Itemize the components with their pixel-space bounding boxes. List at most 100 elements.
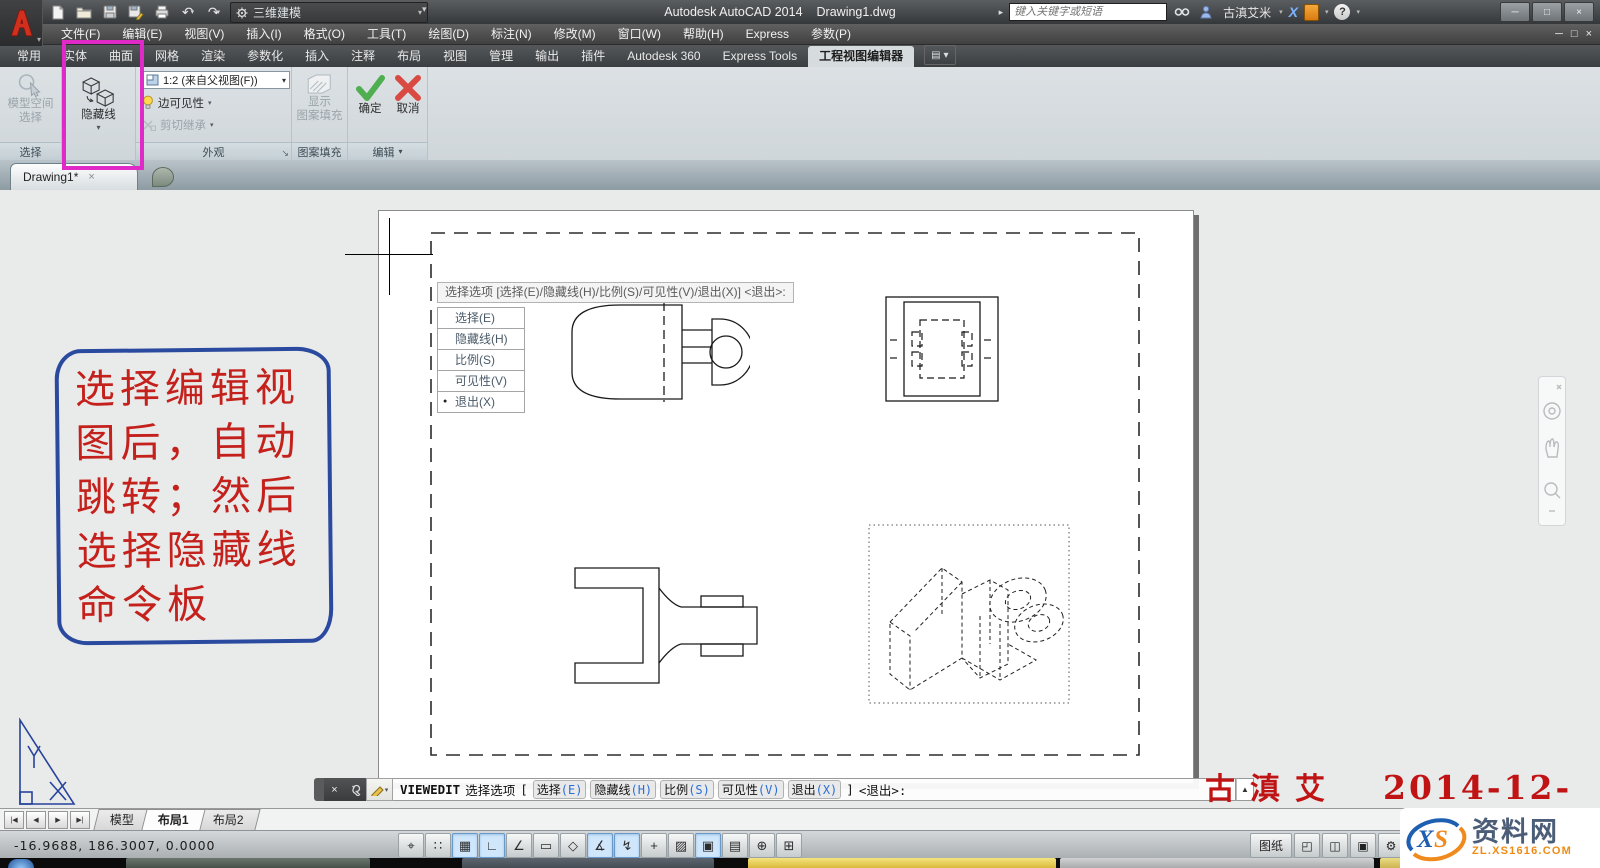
ribbon-tab[interactable]: 曲面 xyxy=(98,46,144,67)
command-keyword-button[interactable]: 比例 (S) xyxy=(660,780,714,799)
status-toggle[interactable]: ⌖ xyxy=(398,833,424,858)
command-close-icon[interactable]: × xyxy=(324,778,345,801)
doc-restore-icon[interactable]: □ xyxy=(1571,27,1578,42)
status-toggle[interactable]: ↯ xyxy=(614,833,640,858)
layout-tab[interactable]: 布局2 xyxy=(196,809,260,830)
file-tab-drawing1[interactable]: Drawing1* × xyxy=(10,163,138,190)
status-icon-button[interactable]: ▣ xyxy=(1350,833,1376,858)
command-keyword-button[interactable]: 隐藏线 (H) xyxy=(590,780,656,799)
ribbon-tab[interactable]: 实体 xyxy=(52,46,98,67)
menu-item[interactable]: 绘图(D) xyxy=(417,24,480,45)
status-toggle[interactable]: ∟ xyxy=(479,833,505,858)
ribbon-tab[interactable]: Express Tools xyxy=(712,46,808,67)
ribbon-tab[interactable]: 网格 xyxy=(144,46,190,67)
ribbon-tab[interactable]: 输出 xyxy=(524,46,570,67)
view-isometric[interactable] xyxy=(868,524,1070,704)
ribbon-tab[interactable]: Autodesk 360 xyxy=(616,46,711,67)
paper-model-button[interactable]: 图纸 xyxy=(1250,833,1292,858)
minimize-button[interactable]: ─ xyxy=(1500,2,1530,22)
status-toggle[interactable]: ∠ xyxy=(506,833,532,858)
new-tab-button[interactable] xyxy=(152,167,174,187)
dynamic-option[interactable]: 比例(S) xyxy=(437,349,525,371)
layout-nav-button[interactable]: ▶| xyxy=(70,811,90,829)
dynamic-option[interactable]: 选择(E) xyxy=(437,307,525,329)
edge-visibility-button[interactable]: 边可见性 ▾ xyxy=(142,93,212,112)
ribbon-tab[interactable]: 视图 xyxy=(432,46,478,67)
application-menu-button[interactable]: ▾ xyxy=(0,0,43,46)
doc-minimize-icon[interactable]: ─ xyxy=(1555,27,1563,42)
ribbon-tab[interactable]: 插入 xyxy=(294,46,340,67)
menu-item[interactable]: 文件(F) xyxy=(50,24,111,45)
exchange-apps-icon[interactable]: X xyxy=(1289,4,1298,20)
menu-item[interactable]: 视图(V) xyxy=(173,24,235,45)
status-toggle[interactable]: ∡ xyxy=(587,833,613,858)
help-icon[interactable]: ? xyxy=(1334,4,1350,20)
layout-nav-button[interactable]: ◀ xyxy=(26,811,46,829)
navigation-bar[interactable] xyxy=(1538,376,1566,526)
a360-caret-icon[interactable]: ▾ xyxy=(1325,8,1329,16)
status-toggle[interactable]: ▤ xyxy=(722,833,748,858)
close-button[interactable]: × xyxy=(1564,2,1594,22)
search-icon[interactable] xyxy=(1173,3,1191,21)
start-button[interactable] xyxy=(8,859,34,868)
menu-item[interactable]: 插入(I) xyxy=(235,24,292,45)
taskbar-item[interactable] xyxy=(1060,858,1374,868)
new-document-icon[interactable] xyxy=(48,3,68,22)
ribbon-tab[interactable]: 渲染 xyxy=(190,46,236,67)
dynamic-option[interactable]: 隐藏线(H) xyxy=(437,328,525,350)
ribbon-tab[interactable]: 参数化 xyxy=(236,46,294,67)
ribbon-tab[interactable]: 常用 xyxy=(6,46,52,67)
menu-item[interactable]: 格式(O) xyxy=(293,24,356,45)
search-input[interactable] xyxy=(1009,3,1167,21)
plot-icon[interactable] xyxy=(152,3,172,22)
taskbar-item[interactable] xyxy=(748,858,1056,868)
command-wrench-icon[interactable] xyxy=(345,778,366,801)
status-icon-button[interactable]: ◰ xyxy=(1294,833,1320,858)
status-toggle[interactable]: + xyxy=(641,833,667,858)
doc-close-icon[interactable]: × xyxy=(1586,27,1592,42)
status-toggle[interactable]: ⊕ xyxy=(749,833,775,858)
file-tab-close-icon[interactable]: × xyxy=(88,171,94,183)
ok-button[interactable]: 确定 xyxy=(351,71,389,119)
menu-item[interactable]: 修改(M) xyxy=(543,24,607,45)
ribbon-tab[interactable]: 布局 xyxy=(386,46,432,67)
status-toggle[interactable]: ▭ xyxy=(533,833,559,858)
status-toggle[interactable]: ⊞ xyxy=(776,833,802,858)
edit-footer-caret-icon[interactable]: ▾ xyxy=(398,147,402,156)
hidden-lines-button[interactable]: 隐藏线 ▾ xyxy=(65,71,133,135)
cut-inheritance-button[interactable]: 剪切继承 ▾ xyxy=(142,115,214,134)
command-prompt-icon[interactable]: ▾ xyxy=(366,778,393,801)
workspace-switcher[interactable]: 三维建模 ▾ xyxy=(230,2,428,23)
redo-caret-icon[interactable]: ▾ xyxy=(217,8,221,16)
show-hatch-button[interactable]: 显示 图案填充 xyxy=(294,70,346,126)
view-top[interactable] xyxy=(563,556,759,688)
ribbon-tab[interactable]: 工程视图编辑器 xyxy=(808,46,914,67)
command-line-bar[interactable]: × ▾ VIEWEDIT 选择选项 [ 选择 (E) 隐藏线 (H) xyxy=(314,778,1254,801)
ribbon-tab[interactable]: 管理 xyxy=(478,46,524,67)
command-line-text[interactable]: VIEWEDIT 选择选项 [ 选择 (E) 隐藏线 (H) 比例 (S) 可见… xyxy=(393,778,1236,801)
cancel-button[interactable]: 取消 xyxy=(389,71,427,119)
menu-item[interactable]: 工具(T) xyxy=(356,24,417,45)
ribbon-collapse-button[interactable]: ▤ ▾ xyxy=(924,45,955,65)
status-toggle[interactable]: ▣ xyxy=(695,833,721,858)
menu-item[interactable]: Express xyxy=(735,24,800,45)
command-keyword-button[interactable]: 选择 (E) xyxy=(533,780,587,799)
taskbar-item[interactable] xyxy=(462,858,714,868)
dynamic-option[interactable]: 可见性(V) xyxy=(437,370,525,392)
model-space-select-button[interactable]: 模型空间 选择 xyxy=(2,70,59,128)
menu-item[interactable]: 窗口(W) xyxy=(607,24,672,45)
menu-item[interactable]: 编辑(E) xyxy=(111,24,173,45)
taskbar-item[interactable] xyxy=(126,858,370,868)
save-as-icon[interactable] xyxy=(126,3,146,22)
undo-caret-icon[interactable]: ▾ xyxy=(191,8,195,16)
restore-button[interactable]: □ xyxy=(1532,2,1562,22)
user-icon[interactable] xyxy=(1197,3,1215,21)
user-menu-caret-icon[interactable]: ▾ xyxy=(1279,8,1283,16)
status-toggle[interactable]: ▨ xyxy=(668,833,694,858)
layout-nav-button[interactable]: ▶ xyxy=(48,811,68,829)
command-grip-handle[interactable] xyxy=(314,778,324,801)
status-toggle[interactable]: ∷ xyxy=(425,833,451,858)
redo-button[interactable]: ↷ ▾ xyxy=(204,3,224,22)
dynamic-option[interactable]: 退出(X) xyxy=(437,391,525,413)
a360-sync-icon[interactable] xyxy=(1304,4,1319,21)
